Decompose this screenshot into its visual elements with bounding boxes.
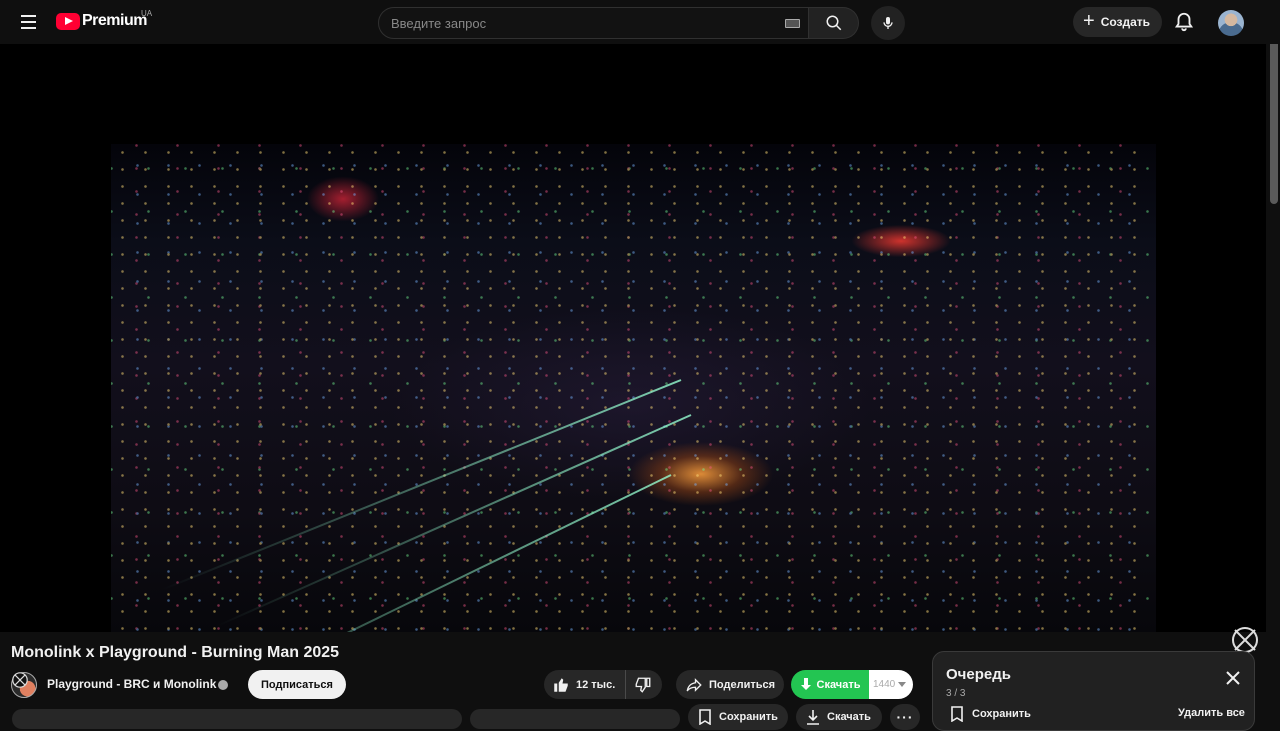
search-placeholder: Введите запрос [391,15,487,31]
download-arrow-icon [800,677,811,690]
create-button[interactable]: + Создать [1073,7,1163,37]
chevron-down-icon [898,681,907,687]
youtube-play-icon [56,12,80,30]
search-icon [826,15,841,31]
download-button[interactable]: Скачать [791,670,869,699]
quality-value: 1440 [873,679,896,690]
more-actions-button[interactable]: ··· [890,704,920,730]
quality-select[interactable]: 1440 [869,670,913,699]
chip-bar[interactable] [470,709,680,729]
share-button[interactable]: Поделиться [676,670,784,699]
queue-save-label: Сохранить [972,708,1031,720]
logo-country-code: UA [141,9,153,18]
microphone-icon [883,17,893,29]
queue-remove-all-button[interactable]: Удалить все [1178,707,1245,719]
description-box[interactable] [12,709,462,729]
save-button[interactable]: Сохранить [688,704,788,730]
download-label-2: Скачать [827,711,871,723]
bookmark-icon [699,709,711,725]
download-label: Скачать [816,678,861,691]
create-label: Создать [1100,15,1151,29]
download-icon [807,710,819,725]
more-dots-icon: ··· [896,709,914,725]
youtube-premium-logo[interactable]: Premium UA [56,9,152,30]
queue-title: Очередь [946,666,1011,683]
video-player[interactable] [0,44,1266,653]
share-label: Поделиться [709,678,776,691]
like-button[interactable]: 12 тыс. [544,670,627,699]
queue-panel: Очередь 3 / 3 Сохранить Удалить все [932,651,1255,731]
thumbs-down-icon [635,677,651,693]
crowd-lights [111,144,1156,632]
channel-name[interactable]: Playground - BRC и Monolink [47,677,216,691]
subscribe-button[interactable]: Подписаться [248,670,346,699]
account-avatar[interactable] [1218,10,1244,36]
dislike-button[interactable] [626,670,652,699]
notifications-bell-icon[interactable] [1173,11,1195,33]
search-input[interactable]: Введите запрос [378,7,809,39]
voice-search-button[interactable] [871,6,905,40]
thumbs-up-icon [554,677,568,692]
save-label: Сохранить [719,711,778,723]
plus-icon: + [1083,10,1095,32]
verified-icon [218,680,228,690]
masthead: Premium UA Введите запрос + Создать [0,0,1280,44]
search-button[interactable] [809,7,859,39]
like-count: 12 тыс. [576,678,616,691]
share-arrow-icon [686,677,702,692]
keyboard-icon[interactable] [785,19,800,28]
queue-position: 3 / 3 [946,688,966,699]
like-dislike-group: 12 тыс. [544,670,662,699]
download-secondary-button[interactable]: Скачать [796,704,882,730]
video-frame[interactable] [111,144,1156,632]
menu-icon[interactable] [14,10,42,34]
logo-text: Premium [82,12,147,29]
sponsorblock-badge-icon [12,672,28,688]
video-title: Monolink x Playground - Burning Man 2025 [11,644,340,661]
close-icon[interactable] [1226,671,1240,685]
